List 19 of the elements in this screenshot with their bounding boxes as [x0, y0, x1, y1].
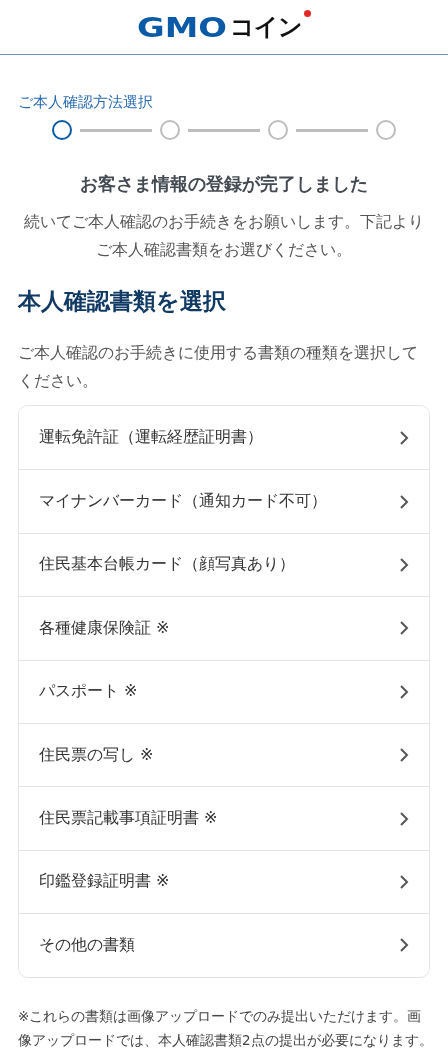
- logo-text: GMO: [137, 11, 227, 43]
- step-label: ご本人確認方法選択: [18, 93, 154, 112]
- chevron-right-icon: [399, 873, 409, 890]
- chevron-right-icon: [399, 683, 409, 700]
- chevron-right-icon: [399, 493, 409, 510]
- logo-text: コイン: [230, 12, 302, 43]
- chevron-right-icon: [399, 747, 409, 764]
- document-option[interactable]: その他の書類: [19, 913, 429, 977]
- chevron-right-icon: [399, 556, 409, 573]
- completion-title: お客さま情報の登録が完了しました: [79, 172, 369, 196]
- footnote: ※これらの書類は画像アップロードでのみ提出いただけます。画像アップロードでは、本人確認書類2点の提出が必要になります。: [18, 1006, 434, 1050]
- logo-dot-icon: [304, 10, 311, 17]
- section-text: ご本人確認のお手続きに使用する書類の種類を選択してください。: [18, 342, 419, 392]
- completion-text: 続いてご本人確認のお手続きをお願いします。下記よりご本人確認書類をお選びください。: [23, 211, 425, 261]
- chevron-right-icon: [399, 810, 409, 827]
- chevron-right-icon: [399, 937, 409, 954]
- chevron-right-icon: [399, 429, 409, 446]
- section-title: 本人確認書類を選択: [18, 287, 227, 316]
- chevron-right-icon: [399, 620, 409, 637]
